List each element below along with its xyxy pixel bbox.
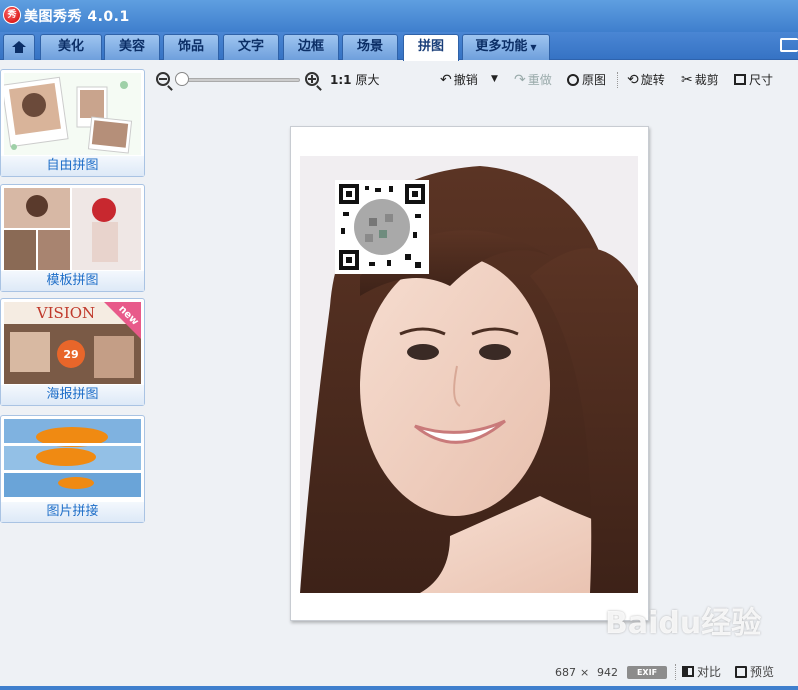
original-image-button[interactable]: 原图 <box>567 71 606 88</box>
tab-home[interactable] <box>3 34 35 60</box>
compare-button[interactable]: 对比 <box>682 663 721 680</box>
tab-scene[interactable]: 场景 <box>342 34 398 60</box>
zoom-slider-handle[interactable] <box>175 72 189 86</box>
tab-collage[interactable]: 拼图 <box>403 34 459 61</box>
crop-button[interactable]: ✂ 裁剪 <box>681 71 719 88</box>
preview-icon <box>735 665 747 678</box>
poster-title: VISION <box>36 304 95 322</box>
tab-text[interactable]: 文字 <box>223 34 279 60</box>
rotate-icon: ⟲ <box>627 71 639 88</box>
main-tab-bar: 美化 美容 饰品 文字 边框 场景 拼图 更多功能 ▼ <box>0 32 798 61</box>
redo-button[interactable]: ↷ 重做 <box>514 71 552 88</box>
zoom-out-button[interactable] <box>156 72 170 86</box>
tab-more-features[interactable]: 更多功能 ▼ <box>462 34 550 60</box>
home-icon <box>12 41 26 53</box>
baidu-watermark: Baidu经验 <box>605 606 762 641</box>
toolbar-divider <box>617 72 618 88</box>
status-divider <box>675 664 676 680</box>
window-bottom-border <box>0 686 798 690</box>
preview-button[interactable]: 预览 <box>735 663 774 680</box>
sidebar-item-poster-collage[interactable]: 29 VISION new 海报拼图 <box>0 298 145 406</box>
dimension-separator: × <box>580 666 590 679</box>
sidebar-item-image-stitch[interactable]: 图片拼接 <box>0 415 145 523</box>
app-logo-icon: 秀 <box>3 6 21 24</box>
rotate-button[interactable]: ⟲ 旋转 <box>627 71 665 88</box>
undo-button[interactable]: ↶ 撤销 <box>440 71 478 88</box>
title-bar: 秀 美图秀秀 4.0.1 <box>0 0 798 32</box>
tab-frame[interactable]: 边框 <box>283 34 339 60</box>
sidebar-item-free-collage[interactable]: 自由拼图 <box>0 69 145 177</box>
undo-icon: ↶ <box>440 71 452 88</box>
compare-label: 对比 <box>697 665 722 679</box>
collage-sidebar: 自由拼图 模板拼图 29 VISION new 海报拼图 图片拼接 <box>0 61 150 690</box>
edit-toolbar: 1:1 原大 ↶ 撤销 ▼ ↷ 重做 原图 ⟲ 旋转 ✂ 裁剪 尺寸 <box>150 64 798 94</box>
folder-icon[interactable] <box>780 38 798 52</box>
poster-collage-thumbnail: 29 VISION new <box>4 302 141 384</box>
undo-dropdown-button[interactable]: ▼ <box>491 74 498 84</box>
zoom-in-icon <box>305 72 319 86</box>
qr-code <box>335 180 429 274</box>
scissors-icon: ✂ <box>681 71 693 88</box>
template-collage-thumbnail <box>4 188 141 270</box>
tab-accessories[interactable]: 饰品 <box>163 34 219 60</box>
tab-beauty[interactable]: 美容 <box>104 34 160 60</box>
resize-button[interactable]: 尺寸 <box>734 71 773 88</box>
redo-icon: ↷ <box>514 71 526 88</box>
canvas-photo-frame[interactable] <box>290 126 649 621</box>
chevron-down-icon: ▼ <box>491 74 498 84</box>
sidebar-item-label: 图片拼接 <box>1 502 144 522</box>
compare-icon <box>682 666 694 677</box>
preview-label: 预览 <box>750 665 775 679</box>
zoom-ratio: 1:1 <box>330 72 352 87</box>
poster-number: 29 <box>63 348 78 361</box>
image-width: 687 <box>555 666 576 679</box>
zoom-out-icon <box>156 72 170 86</box>
image-stitch-thumbnail <box>4 419 141 501</box>
portrait-photo[interactable] <box>300 156 638 593</box>
sidebar-item-label: 海报拼图 <box>1 385 144 405</box>
original-size-label: 原大 <box>355 73 380 87</box>
redo-label: 重做 <box>527 73 552 87</box>
undo-label: 撤销 <box>453 73 478 87</box>
rotate-label: 旋转 <box>640 73 665 87</box>
crop-label: 裁剪 <box>694 73 719 87</box>
chevron-down-icon: ▼ <box>530 43 537 52</box>
tab-beautify[interactable]: 美化 <box>40 34 102 60</box>
zoom-slider-track[interactable] <box>180 78 300 82</box>
original-label: 原图 <box>582 73 607 87</box>
tab-more-label: 更多功能 <box>475 39 528 54</box>
circle-icon <box>567 73 579 86</box>
exif-button[interactable]: EXIF <box>627 666 667 679</box>
app-title: 美图秀秀 4.0.1 <box>24 9 130 25</box>
image-height: 942 <box>597 666 618 679</box>
resize-icon <box>734 74 746 85</box>
size-label: 尺寸 <box>749 73 774 87</box>
free-collage-thumbnail <box>4 73 141 155</box>
zoom-in-button[interactable] <box>305 72 319 86</box>
sidebar-item-template-collage[interactable]: 模板拼图 <box>0 184 145 292</box>
sidebar-item-label: 模板拼图 <box>1 271 144 291</box>
sidebar-item-label: 自由拼图 <box>1 156 144 176</box>
status-bar: 687 × 942 EXIF 对比 预览 <box>150 658 798 686</box>
actual-size-button[interactable]: 1:1 原大 <box>330 71 380 88</box>
